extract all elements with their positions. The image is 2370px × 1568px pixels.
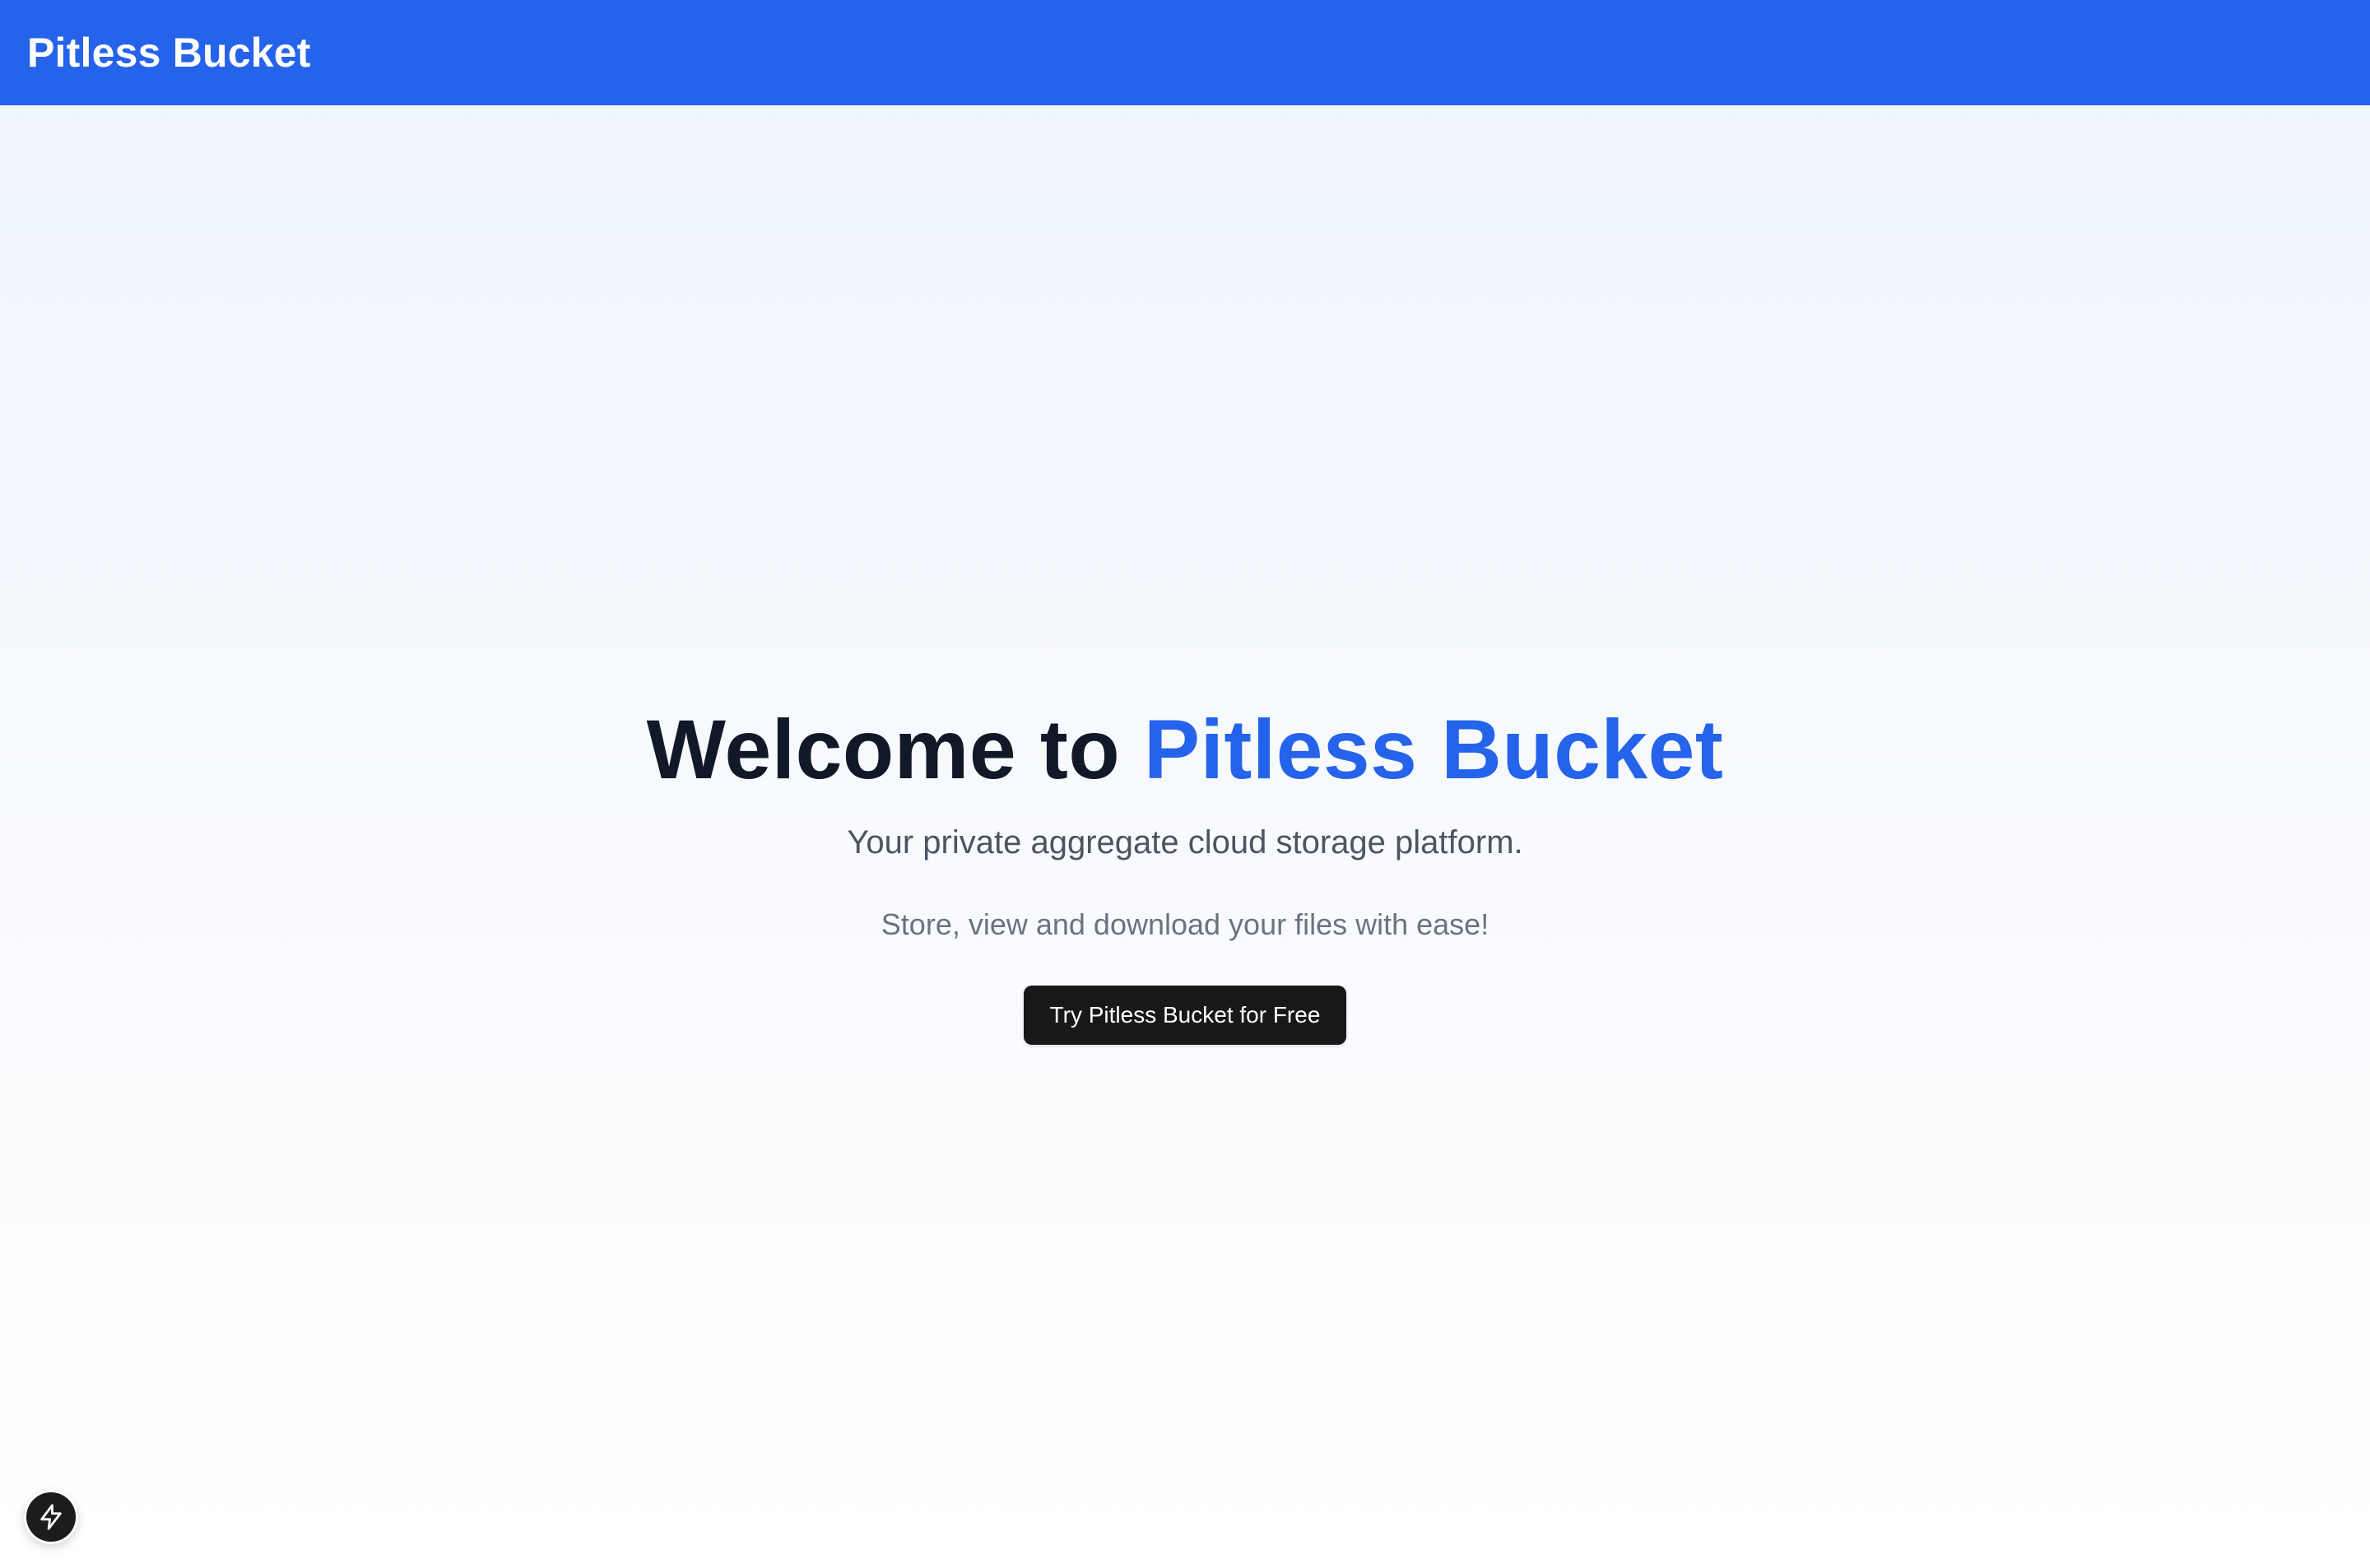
- brand-logo-link[interactable]: Pitless Bucket: [27, 32, 311, 73]
- hero-title: Welcome to Pitless Bucket: [0, 699, 2370, 800]
- hero-subtitle: Your private aggregate cloud storage pla…: [847, 824, 1523, 861]
- lightning-bolt-icon: [37, 1503, 65, 1531]
- top-navbar: Pitless Bucket: [0, 0, 2370, 105]
- try-free-button[interactable]: Try Pitless Bucket for Free: [1023, 985, 1347, 1045]
- hero-title-prefix: Welcome to: [646, 703, 1121, 796]
- hero-section: Welcome to Pitless Bucket Your private a…: [0, 699, 2370, 1045]
- hero-title-highlight: Pitless Bucket: [1144, 703, 1724, 796]
- dev-tools-indicator-button[interactable]: [26, 1492, 76, 1542]
- hero-tagline: Store, view and download your files with…: [881, 907, 1489, 942]
